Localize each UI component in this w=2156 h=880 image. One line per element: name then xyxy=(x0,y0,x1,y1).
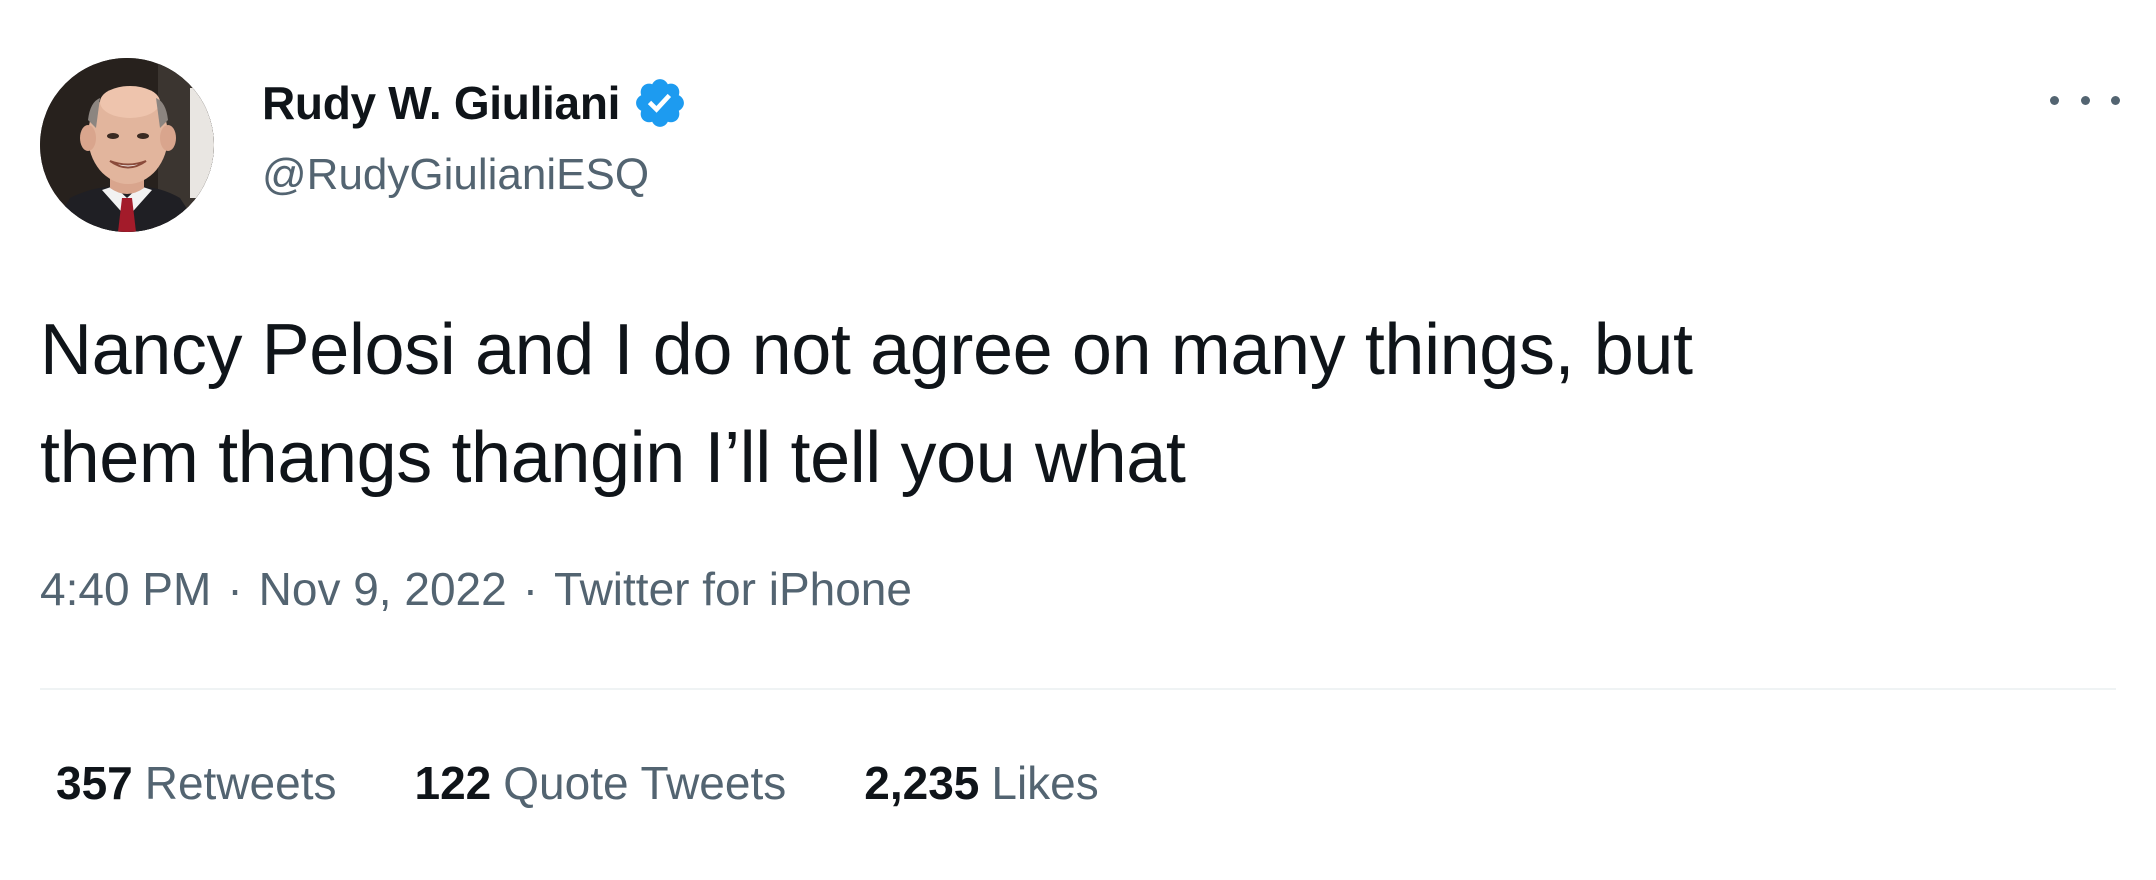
avatar-portrait xyxy=(40,58,214,232)
more-dot xyxy=(2050,95,2059,105)
more-options-icon[interactable] xyxy=(2050,80,2120,120)
tweet-card: Rudy W. Giuliani @RudyGiulianiESQ Nancy … xyxy=(0,0,2156,880)
likes-count: 2,235 xyxy=(864,757,980,809)
tweet-stats: 357 Retweets 122 Quote Tweets 2,235 Like… xyxy=(56,756,1177,810)
quote-tweets-count: 122 xyxy=(414,757,492,809)
likes-label: Likes xyxy=(991,757,1099,809)
meta-separator: · xyxy=(522,563,539,615)
retweets-label: Retweets xyxy=(144,757,337,809)
more-dot xyxy=(2111,95,2120,105)
tweet-text: Nancy Pelosi and I do not agree on many … xyxy=(40,310,1693,498)
tweet-time[interactable]: 4:40 PM xyxy=(40,562,211,616)
more-dot xyxy=(2080,95,2090,105)
retweets-stat[interactable]: 357 Retweets xyxy=(56,756,337,810)
tweet-date[interactable]: Nov 9, 2022 xyxy=(259,562,507,616)
quote-tweets-label: Quote Tweets xyxy=(503,757,787,809)
avatar[interactable] xyxy=(40,58,214,232)
author-display-name[interactable]: Rudy W. Giuliani xyxy=(262,76,620,130)
quote-tweets-stat[interactable]: 122 Quote Tweets xyxy=(415,756,787,810)
author-handle[interactable]: @RudyGiulianiESQ xyxy=(262,150,649,200)
author-name-row: Rudy W. Giuliani xyxy=(262,72,688,134)
verified-check-icon[interactable] xyxy=(632,75,688,131)
likes-stat[interactable]: 2,235 Likes xyxy=(864,756,1099,810)
retweets-count: 357 xyxy=(56,757,133,809)
tweet-source[interactable]: Twitter for iPhone xyxy=(554,562,912,616)
meta-separator: · xyxy=(227,563,243,615)
tweet-meta: 4:40 PM · Nov 9, 2022 · Twitter for iPho… xyxy=(40,562,912,616)
divider xyxy=(40,688,2116,690)
